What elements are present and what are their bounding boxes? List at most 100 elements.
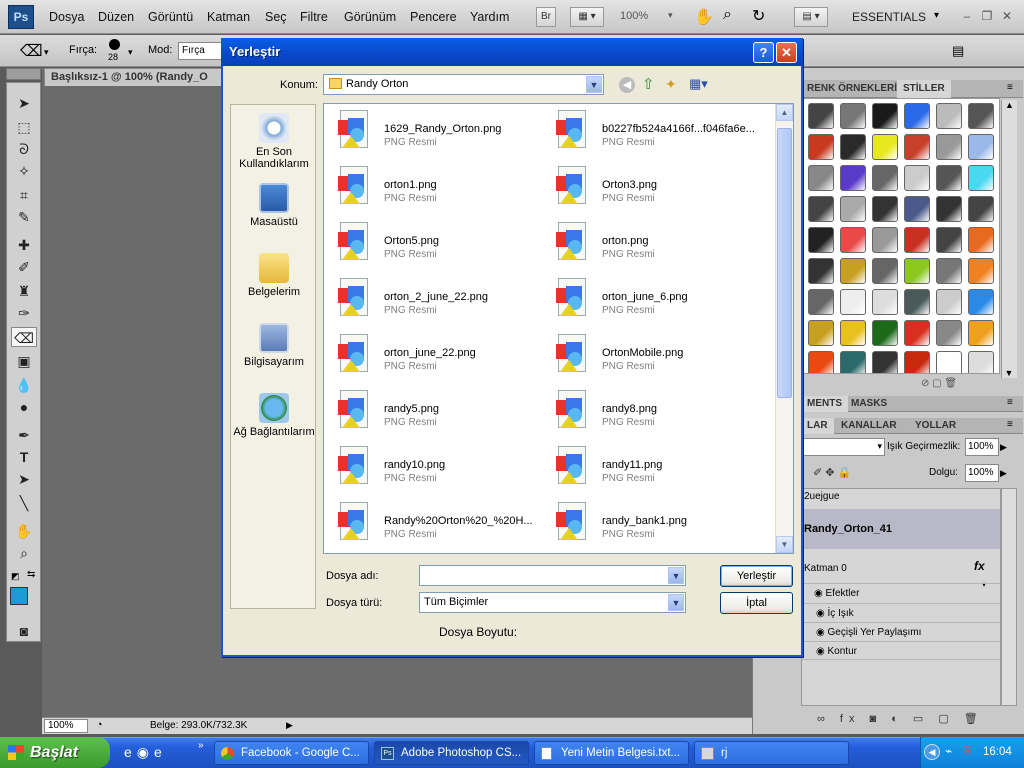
pen-tool-icon[interactable]: ✒	[11, 425, 37, 445]
style-swatch[interactable]	[904, 258, 930, 284]
taskbar-item-notepad[interactable]: Yeni Metin Belgesi.txt...	[534, 741, 689, 765]
security-tray-icon[interactable]: ⛨	[963, 744, 972, 759]
lock-icons[interactable]: ✐ ✥ 🔒	[813, 466, 851, 479]
file-item[interactable]: OrtonMobile.png PNG Resmi	[546, 332, 746, 384]
style-swatch[interactable]	[968, 165, 994, 191]
style-swatch[interactable]	[936, 351, 962, 373]
place-network[interactable]: Ağ Bağlantılarım	[231, 393, 317, 438]
eye-icon[interactable]: ◉	[816, 608, 825, 619]
location-dropdown-icon[interactable]: ▼	[586, 76, 602, 93]
eraser-tool-icon[interactable]: ⌫	[20, 41, 43, 61]
tool-preset-dropdown-icon[interactable]: ▾	[44, 47, 49, 58]
place-my-computer[interactable]: Bilgisayarım	[231, 323, 317, 368]
style-swatch[interactable]	[968, 196, 994, 222]
style-swatch[interactable]	[872, 258, 898, 284]
zoom-tool-icon[interactable]: ⌕	[723, 6, 732, 24]
dialog-title-bar[interactable]: Yerleştir ? ✕	[221, 38, 803, 66]
magic-wand-tool-icon[interactable]: ✧	[11, 161, 37, 181]
fill-arrow-icon[interactable]: ▶	[1000, 464, 1007, 482]
zoom-field[interactable]: 100%	[44, 719, 88, 733]
view-menu-icon[interactable]: ▦▾	[689, 76, 708, 92]
zoom-level[interactable]: 100%	[620, 10, 648, 22]
hand-tool-icon-left[interactable]: ✋	[11, 521, 37, 541]
file-list-scrollbar[interactable]: ▲ ▼	[775, 104, 793, 553]
type-tool-icon[interactable]: T	[11, 447, 37, 467]
dodge-tool-icon[interactable]: ●	[11, 397, 37, 417]
help-button[interactable]: ?	[753, 42, 774, 63]
style-swatch[interactable]	[904, 134, 930, 160]
place-desktop[interactable]: Masaüstü	[231, 183, 317, 228]
style-swatch[interactable]	[872, 196, 898, 222]
menu-pencere[interactable]: Pencere	[410, 0, 457, 34]
taskbar-item-rj[interactable]: rj	[694, 741, 849, 765]
arrange-documents-button[interactable]: ▤ ▾	[794, 7, 828, 27]
quick-launch-overflow-icon[interactable]: »	[198, 740, 204, 751]
file-item[interactable]: orton_2_june_22.png PNG Resmi	[328, 276, 528, 328]
opacity-arrow-icon[interactable]: ▶	[1000, 438, 1007, 456]
scroll-thumb[interactable]	[777, 128, 792, 398]
filetype-dropdown-icon[interactable]: ▼	[668, 594, 684, 611]
hand-tool-icon[interactable]: ✋	[694, 7, 714, 27]
eraser-tool-selected-icon[interactable]: ⌫	[11, 327, 37, 347]
file-item[interactable]: randy5.png PNG Resmi	[328, 388, 528, 440]
file-item[interactable]: orton_june_6.png PNG Resmi	[546, 276, 746, 328]
style-swatch[interactable]	[808, 351, 834, 373]
toolbar-collapse-bar[interactable]	[6, 68, 41, 80]
default-colors-icon[interactable]: ◩	[11, 571, 20, 582]
menu-duzen[interactable]: Düzen	[98, 0, 134, 34]
move-tool-icon[interactable]: ➤	[11, 93, 37, 113]
close-dialog-button[interactable]: ✕	[776, 42, 797, 63]
style-swatch[interactable]	[936, 103, 962, 129]
style-swatch[interactable]	[808, 227, 834, 253]
style-swatch[interactable]	[872, 227, 898, 253]
file-item[interactable]: orton1.png PNG Resmi	[328, 164, 528, 216]
file-item[interactable]: Orton3.png PNG Resmi	[546, 164, 746, 216]
zoom-dropdown-icon[interactable]: ▾	[668, 10, 673, 21]
layers-scrollbar[interactable]	[1001, 488, 1017, 706]
brush-preview-icon[interactable]	[109, 39, 120, 50]
style-swatch[interactable]	[840, 196, 866, 222]
place-recent[interactable]: En Son Kullandıklarım	[231, 113, 317, 170]
menu-dosya[interactable]: Dosya	[49, 0, 84, 34]
panel-toggle-icon[interactable]: ▤	[952, 43, 964, 59]
style-swatch[interactable]	[968, 134, 994, 160]
opacity-field[interactable]: 100%	[965, 438, 999, 456]
style-swatch[interactable]	[872, 165, 898, 191]
style-swatch[interactable]	[968, 227, 994, 253]
style-swatch[interactable]	[936, 320, 962, 346]
menu-gorunum[interactable]: Görünüm	[344, 0, 396, 34]
history-brush-tool-icon[interactable]: ✑	[11, 303, 37, 323]
panel-menu-icon[interactable]: ≡	[1007, 82, 1013, 93]
tab-adjustments[interactable]: MENTS	[801, 396, 848, 412]
style-swatch[interactable]	[968, 258, 994, 284]
menu-sec[interactable]: Seç	[265, 0, 287, 34]
style-swatch[interactable]	[872, 351, 898, 373]
marquee-tool-icon[interactable]: ⬚	[11, 117, 37, 137]
new-folder-icon[interactable]: ✦	[665, 76, 677, 93]
brush-dropdown-icon[interactable]: ▾	[128, 47, 133, 58]
blend-mode-select[interactable]: ▾	[801, 438, 885, 456]
restore-icon[interactable]: ❐	[980, 9, 994, 23]
eye-icon[interactable]: ◉	[816, 627, 825, 638]
style-swatch[interactable]	[904, 165, 930, 191]
brush-tool-icon[interactable]: ✐	[11, 257, 37, 277]
style-swatch[interactable]	[808, 289, 834, 315]
style-swatch[interactable]	[840, 227, 866, 253]
style-swatch[interactable]	[936, 258, 962, 284]
healing-brush-tool-icon[interactable]: ✚	[11, 235, 37, 255]
layer-row[interactable]: 2uejgue	[804, 491, 840, 502]
style-swatch[interactable]	[872, 289, 898, 315]
style-swatch[interactable]	[840, 165, 866, 191]
style-swatch[interactable]	[872, 103, 898, 129]
taskbar-item-chrome[interactable]: Facebook - Google C...	[214, 741, 369, 765]
bridge-button[interactable]: Br	[536, 7, 556, 27]
layers-menu-icon[interactable]: ≡	[1007, 419, 1013, 430]
start-button[interactable]: Başlat	[0, 737, 110, 768]
fill-field[interactable]: 100%	[965, 464, 999, 482]
status-menu-icon[interactable]: ◔	[96, 719, 103, 731]
filetype-select[interactable]: Tüm Biçimler ▼	[419, 592, 686, 613]
blur-tool-icon[interactable]: 💧	[11, 375, 37, 395]
tab-swatches[interactable]: RENK ÖRNEKLERİ	[801, 80, 903, 98]
tab-paths[interactable]: YOLLAR	[909, 418, 962, 434]
back-icon[interactable]: ◀	[619, 77, 635, 93]
